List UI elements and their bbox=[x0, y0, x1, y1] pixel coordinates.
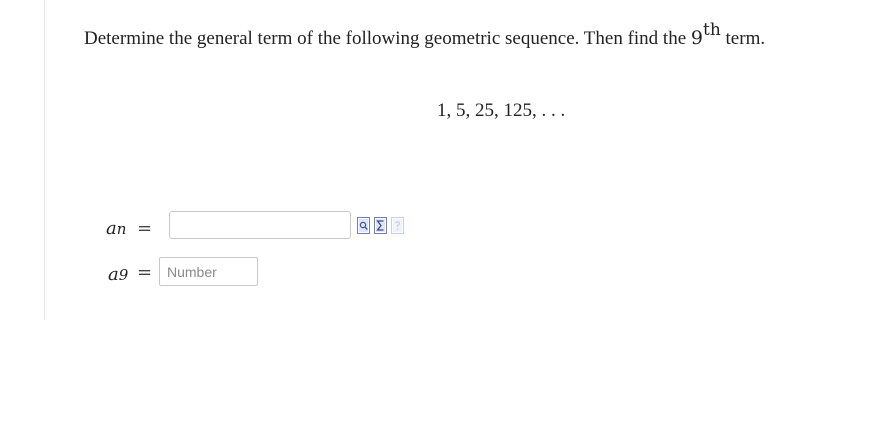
general-term-input[interactable] bbox=[169, 211, 351, 239]
question-prompt: Determine the general term of the follow… bbox=[84, 21, 766, 50]
ninth-term-input[interactable] bbox=[159, 257, 258, 286]
equation-editor-icon[interactable] bbox=[374, 217, 387, 234]
preview-icon[interactable] bbox=[357, 217, 370, 234]
ninth-term-variable: a bbox=[108, 264, 119, 285]
help-icon[interactable] bbox=[391, 217, 404, 234]
general-term-variable: a bbox=[106, 218, 117, 239]
ninth-term-label: a9 bbox=[108, 264, 128, 285]
content-divider bbox=[44, 0, 45, 320]
question-text-after: term. bbox=[720, 28, 766, 49]
general-term-equals: = bbox=[137, 218, 153, 239]
general-term-label: an bbox=[106, 218, 126, 239]
question-text-before: Determine the general term of the follow… bbox=[84, 28, 691, 49]
math-tools bbox=[357, 217, 404, 234]
ninth-term-equals: = bbox=[137, 262, 153, 283]
general-term-subscript: n bbox=[116, 220, 127, 238]
sequence-expression: 1, 5, 25, 125, . . . bbox=[437, 100, 566, 121]
ninth-term-subscript: 9 bbox=[118, 266, 129, 284]
ordinal: 9th bbox=[690, 21, 721, 49]
ordinal-number: 9 bbox=[690, 27, 703, 49]
ordinal-suffix: th bbox=[703, 19, 721, 40]
